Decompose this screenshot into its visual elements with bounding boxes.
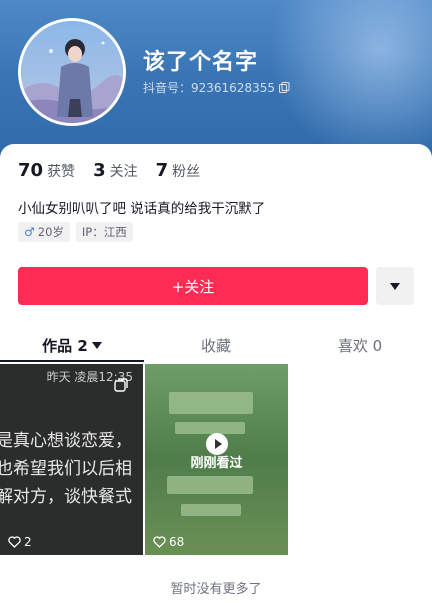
profile-tabs: 作品 2 收藏 喜欢 0 [0, 326, 432, 364]
tab-label: 作品 2 [42, 336, 88, 355]
stat-following[interactable]: 3 关注 [93, 160, 138, 181]
douyin-id-row[interactable]: 抖音号：92361628355 [143, 79, 290, 96]
caret-down-icon [390, 282, 400, 290]
chat-bubble [181, 504, 241, 516]
chat-bubble [169, 392, 253, 414]
profile-header: 该了个名字 抖音号：92361628355 [0, 0, 432, 160]
video-caption-line: 也希望我们以后相 [0, 459, 132, 479]
age-tag: ♂ 20岁 [18, 222, 70, 242]
video-like-count: 68 [153, 535, 184, 549]
tab-likes[interactable]: 喜欢 0 [288, 326, 432, 364]
profile-card: 70 获赞 3 关注 7 粉丝 小仙女别叭叭了吧 说话真的给我干沉默了 ♂ 20… [0, 144, 432, 603]
profile-nickname: 该了个名字 [143, 50, 259, 75]
douyin-id: 抖音号：92361628355 [143, 81, 275, 95]
like-number: 2 [24, 535, 32, 549]
stat-number: 3 [93, 160, 106, 181]
stat-number: 7 [155, 160, 169, 181]
more-options-button[interactable] [376, 267, 414, 305]
video-thumbnail[interactable]: 刚刚看过 68 [145, 364, 288, 555]
just-watched-label: 刚刚看过 [190, 456, 243, 471]
heart-outline-icon [8, 536, 21, 548]
stats-row: 70 获赞 3 关注 7 粉丝 [18, 160, 200, 181]
tab-label: 喜欢 0 [337, 336, 383, 355]
like-number: 68 [169, 535, 185, 549]
ip-tag: IP：江西 [75, 222, 133, 242]
stat-number: 70 [18, 160, 44, 181]
video-like-count: 2 [8, 535, 32, 549]
profile-tags: ♂ 20岁 IP：江西 [18, 222, 133, 242]
avatar-illustration [21, 21, 123, 123]
ip-label: IP：江西 [81, 225, 127, 239]
tab-favorites[interactable]: 收藏 [144, 326, 288, 364]
copy-icon[interactable] [278, 82, 290, 93]
chat-bubble [167, 476, 253, 494]
video-grid: 昨天 凌晨12:35 是真心想谈恋爱， 也希望我们以后相 解对方，谈快餐式 2 [0, 364, 432, 556]
stat-label: 粉丝 [172, 164, 201, 180]
active-tab-indicator [0, 360, 144, 362]
stat-label: 获赞 [47, 164, 76, 180]
profile-bio: 小仙女别叭叭了吧 说话真的给我干沉默了 [18, 201, 266, 217]
caret-down-icon [91, 341, 102, 349]
male-gender-icon: ♂ [24, 225, 35, 239]
heart-outline-icon [153, 536, 166, 548]
age-label: 20岁 [37, 225, 64, 239]
multi-image-icon [114, 378, 128, 392]
video-thumbnail[interactable]: 昨天 凌晨12:35 是真心想谈恋爱， 也希望我们以后相 解对方，谈快餐式 2 [0, 364, 143, 555]
video-caption-line: 是真心想谈恋爱， [0, 431, 132, 451]
stat-label: 关注 [109, 164, 138, 180]
tab-works[interactable]: 作品 2 [0, 326, 144, 364]
avatar[interactable] [18, 18, 126, 126]
tab-label: 收藏 [200, 336, 231, 355]
stat-followers[interactable]: 7 粉丝 [156, 160, 201, 181]
video-caption-line: 解对方，谈快餐式 [0, 487, 132, 507]
follow-button[interactable]: +关注 [18, 267, 368, 305]
stat-likes[interactable]: 70 获赞 [18, 160, 75, 181]
no-more-content: 暂时没有更多了 [170, 582, 262, 597]
